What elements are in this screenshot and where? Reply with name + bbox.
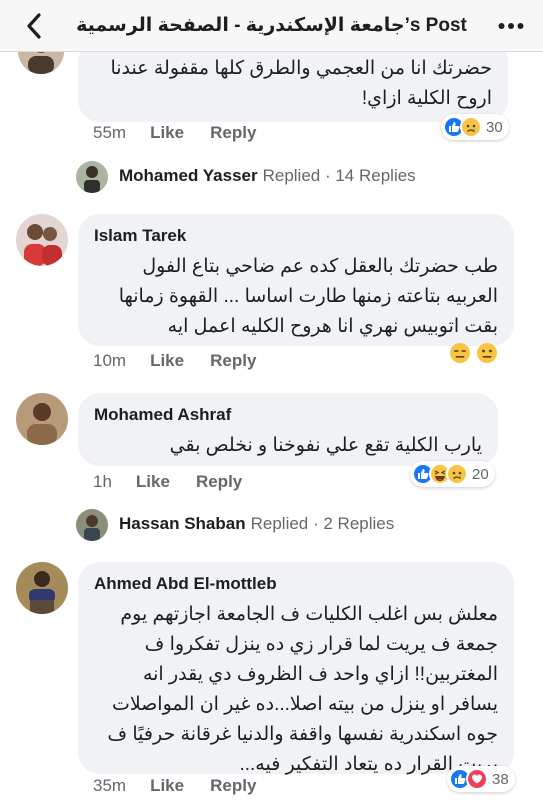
comment-time: 1h [93,472,112,491]
replier-name[interactable]: Mohamed Yasser [119,166,258,186]
page-title: جامعة الإسكندرية - الصفحة الرسمية’s Post [76,15,467,36]
comment-actions: 55m Like Reply [93,123,282,143]
replied-summary[interactable]: Hassan Shaban Replied · 2 Replies [119,514,394,534]
avatar[interactable] [76,161,108,193]
comment-text: حضرتك انا من العجمي والطرق كلها مقفولة ع… [110,58,492,109]
avatar[interactable] [18,52,64,74]
reply-count: Replied · 2 Replies [250,514,395,533]
like-button[interactable]: Like [150,123,184,143]
reply-button[interactable]: Reply [210,351,256,371]
reply-button[interactable]: Reply [196,472,242,492]
replier-name[interactable]: Hassan Shaban [119,514,246,534]
ellipsis-icon [498,23,524,29]
chevron-left-icon [27,13,41,39]
like-button[interactable]: Like [150,776,184,796]
reply-button[interactable]: Reply [210,123,256,143]
comment-bubble: حضرتك انا من العجمي والطرق كلها مقفولة ع… [78,52,508,122]
avatar[interactable] [16,393,68,445]
comment-bubble: Islam Tarek طب حضرتك بالعقل كده عم ضاحي … [78,214,514,363]
comment-text: معلش بس اغلب الكليات ف الجامعة اجازتهم ي… [107,604,498,775]
comment-actions: 10m Like Reply [93,351,282,371]
expressionless-face-icon [449,343,470,363]
comment-author[interactable]: Islam Tarek [94,226,498,246]
comment-actions: 35m Like Reply [93,776,282,796]
comment-time: 10m [93,351,127,370]
comments-list: حضرتك انا من العجمي والطرق كلها مقفولة ع… [0,52,543,800]
reaction-summary[interactable]: 38 [447,766,515,792]
sad-reaction-icon [446,463,468,485]
post-header: جامعة الإسكندرية - الصفحة الرسمية’s Post [0,0,543,52]
comment-time: 55m [93,123,127,142]
reaction-summary[interactable]: 20 [410,461,495,487]
reaction-count: 20 [472,465,489,483]
avatar[interactable] [76,509,108,541]
more-options-button[interactable] [497,14,525,38]
comment-bubble: Ahmed Abd El-mottleb معلش بس اغلب الكليا… [78,562,514,775]
comment-bubble: Mohamed Ashraf يارب الكلية تقع علي نفوخن… [78,393,498,482]
reply-button[interactable]: Reply [210,776,256,796]
reaction-summary[interactable]: 30 [441,114,509,140]
comment-time: 35m [93,776,127,795]
replied-summary[interactable]: Mohamed Yasser Replied · 14 Replies [119,166,416,186]
reaction-count: 30 [486,118,503,136]
like-button[interactable]: Like [136,472,170,492]
love-reaction-icon [466,768,488,790]
reaction-count: 38 [492,770,509,788]
reply-count: Replied · 14 Replies [262,166,416,185]
avatar[interactable] [16,562,68,614]
comment-author[interactable]: Ahmed Abd El-mottleb [94,574,498,594]
like-button[interactable]: Like [150,351,184,371]
neutral-face-icon [477,343,497,363]
comment-actions: 1h Like Reply [93,472,268,492]
comment-author[interactable]: Mohamed Ashraf [94,405,482,425]
avatar[interactable] [16,214,68,266]
sad-reaction-icon [460,116,482,138]
back-button[interactable] [20,12,48,40]
